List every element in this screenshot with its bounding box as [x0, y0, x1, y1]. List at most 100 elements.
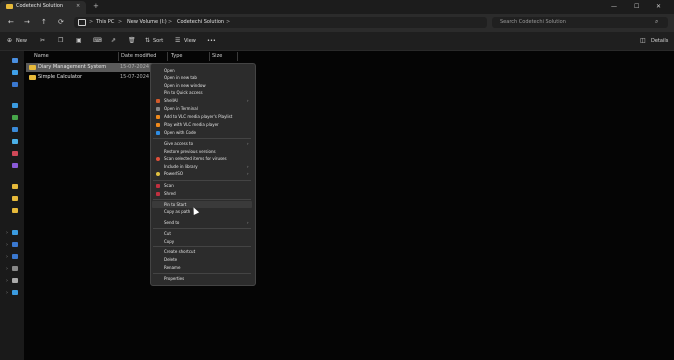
this-pc-icon[interactable] [12, 230, 18, 235]
documents-icon[interactable] [12, 127, 18, 132]
menu-item-pin-quick-access[interactable]: Pin to Quick access [164, 90, 203, 96]
chevron-right-icon[interactable]: › [6, 290, 8, 296]
chevron-right-icon[interactable]: › [6, 266, 8, 272]
breadcrumb-separator[interactable]: > [118, 19, 122, 26]
menu-item-scan-viruses[interactable]: Scan selected items for viruses [164, 156, 227, 162]
menu-item-copy[interactable]: Copy [164, 239, 174, 245]
delete-icon[interactable]: 🗑 [128, 37, 136, 44]
column-divider[interactable] [237, 52, 238, 61]
menu-item-scan[interactable]: Scan [164, 183, 174, 189]
menu-item-shred[interactable]: Shred [164, 191, 176, 197]
column-header-size[interactable]: Size [212, 53, 222, 60]
menu-item-send-to[interactable]: Send to [164, 220, 179, 226]
videos-icon[interactable] [12, 163, 18, 168]
menu-item-delete[interactable]: Delete [164, 257, 177, 263]
minimize-icon[interactable]: — [611, 3, 617, 10]
file-name[interactable]: Diary Management System [38, 64, 106, 71]
cut-icon[interactable]: ✂ [40, 37, 45, 44]
submenu-arrow-icon: › [247, 164, 249, 169]
home-icon[interactable] [12, 58, 18, 63]
menu-item-copy-as-path[interactable]: Copy as path [164, 209, 190, 215]
antivirus-icon [156, 157, 160, 161]
menu-item-include-library[interactable]: Include in library [164, 164, 198, 170]
new-icon[interactable]: ⊕ [7, 37, 12, 44]
breadcrumb-separator[interactable]: > [226, 19, 230, 26]
share-icon[interactable]: ⇗ [111, 37, 116, 44]
chevron-right-icon[interactable]: › [6, 278, 8, 284]
close-tab-icon[interactable]: × [76, 3, 80, 10]
column-divider[interactable] [209, 52, 210, 61]
paste-icon[interactable]: ▣ [76, 37, 82, 44]
network-icon[interactable] [12, 290, 18, 295]
breadcrumb-this-pc[interactable]: This PC [96, 19, 114, 26]
search-icon[interactable]: ⌕ [655, 18, 658, 26]
sort-button[interactable]: Sort [153, 38, 163, 45]
menu-item-restore-versions[interactable]: Restore previous versions [164, 149, 216, 155]
folder-icon[interactable] [12, 184, 18, 189]
onedrive-icon[interactable] [12, 82, 18, 87]
breadcrumb-separator[interactable]: > [89, 19, 93, 26]
folder-icon[interactable] [12, 208, 18, 213]
menu-separator [153, 138, 251, 139]
rename-icon[interactable]: ⌨ [93, 37, 102, 44]
file-name[interactable]: Simple Calculator [38, 74, 82, 81]
column-header-type[interactable]: Type [171, 53, 182, 60]
sort-icon[interactable]: ⇅ [145, 37, 150, 44]
downloads-icon[interactable] [12, 115, 18, 120]
breadcrumb-separator[interactable]: > [168, 19, 172, 26]
menu-item-open-new-window[interactable]: Open in new window [164, 83, 206, 89]
drive-icon[interactable] [12, 266, 18, 271]
menu-item-pin-to-start[interactable]: Pin to Start [164, 202, 186, 208]
pictures-icon[interactable] [12, 139, 18, 144]
column-header-name[interactable]: Name [34, 53, 49, 60]
close-window-icon[interactable]: ✕ [656, 3, 661, 10]
menu-item-poweriso[interactable]: PowerISO [164, 171, 183, 177]
shred-icon [156, 192, 160, 196]
maximize-icon[interactable]: ☐ [634, 3, 639, 10]
menu-item-give-access[interactable]: Give access to [164, 141, 193, 147]
column-divider[interactable] [118, 52, 119, 61]
menu-item-vlc-playlist[interactable]: Add to VLC media player's Playlist [164, 114, 232, 120]
menu-item-open[interactable]: Open [164, 68, 175, 74]
gallery-icon[interactable] [12, 70, 18, 75]
column-header-date-modified[interactable]: Date modified [121, 53, 156, 60]
tab-title: Codetechi Solution [16, 3, 64, 9]
up-icon[interactable]: ↑ [41, 18, 47, 26]
music-icon[interactable] [12, 151, 18, 156]
menu-item-rename[interactable]: Rename [164, 265, 180, 271]
menu-separator [153, 199, 251, 200]
details-icon[interactable]: ◫ [640, 37, 646, 44]
chevron-right-icon[interactable]: › [6, 254, 8, 260]
menu-item-open-with-code[interactable]: Open with Code [164, 130, 196, 136]
menu-item-vlc-play[interactable]: Play with VLC media player [164, 122, 219, 128]
breadcrumb-codetechi-solution[interactable]: Codetechi Solution [177, 19, 224, 26]
menu-separator [153, 246, 251, 247]
column-divider[interactable] [167, 52, 168, 61]
chevron-right-icon[interactable]: › [6, 242, 8, 248]
forward-icon[interactable]: → [24, 18, 30, 26]
menu-item-open-new-tab[interactable]: Open in new tab [164, 75, 197, 81]
folder-icon[interactable] [12, 196, 18, 201]
menu-item-cut[interactable]: Cut [164, 231, 171, 237]
new-button[interactable]: New [16, 38, 27, 45]
menu-item-create-shortcut[interactable]: Create shortcut [164, 249, 195, 255]
copy-icon[interactable]: ❐ [58, 37, 63, 44]
menu-item-open-terminal[interactable]: Open in Terminal [164, 106, 198, 112]
refresh-icon[interactable]: ⟳ [58, 18, 64, 26]
desktop-icon[interactable] [12, 103, 18, 108]
breadcrumb-new-volume[interactable]: New Volume (I:) [127, 19, 167, 26]
drive-icon[interactable] [12, 278, 18, 283]
details-button[interactable]: Details [651, 38, 668, 45]
back-icon[interactable]: ← [8, 18, 14, 26]
view-button[interactable]: View [184, 38, 196, 45]
new-tab-icon[interactable]: + [93, 2, 99, 10]
menu-item-shellai[interactable]: ShellAI [164, 98, 178, 104]
more-options-button[interactable]: ••• [207, 38, 216, 45]
drive-icon[interactable] [12, 254, 18, 259]
view-icon[interactable]: ☰ [175, 37, 180, 44]
drive-icon[interactable] [12, 242, 18, 247]
vlc-icon [156, 123, 160, 127]
chevron-right-icon[interactable]: › [6, 230, 8, 236]
menu-item-properties[interactable]: Properties [164, 276, 184, 282]
search-input[interactable]: Search Codetechi Solution [500, 19, 566, 26]
